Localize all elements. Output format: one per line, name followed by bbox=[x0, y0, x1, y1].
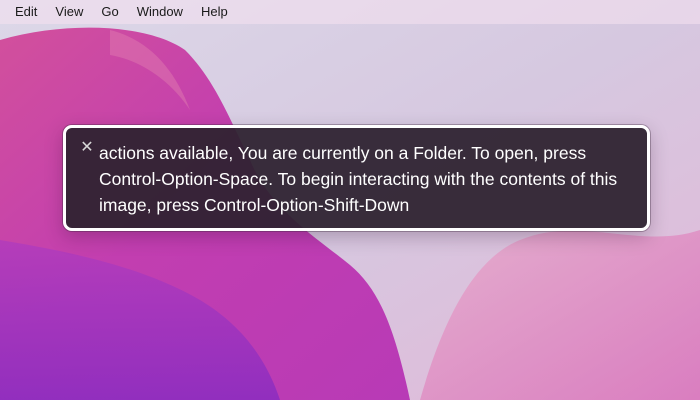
menu-bar: Edit View Go Window Help bbox=[0, 0, 700, 24]
menu-go[interactable]: Go bbox=[92, 0, 127, 24]
menu-window[interactable]: Window bbox=[128, 0, 192, 24]
close-icon[interactable]: ✕ bbox=[79, 140, 95, 156]
menu-edit[interactable]: Edit bbox=[6, 0, 46, 24]
desktop: Edit View Go Window Help ✕ actions avail… bbox=[0, 0, 700, 400]
voiceover-caption-panel: ✕ actions available, You are currently o… bbox=[63, 125, 650, 231]
voiceover-caption-text: actions available, You are currently on … bbox=[99, 143, 618, 215]
menu-help[interactable]: Help bbox=[192, 0, 237, 24]
menu-view[interactable]: View bbox=[46, 0, 92, 24]
